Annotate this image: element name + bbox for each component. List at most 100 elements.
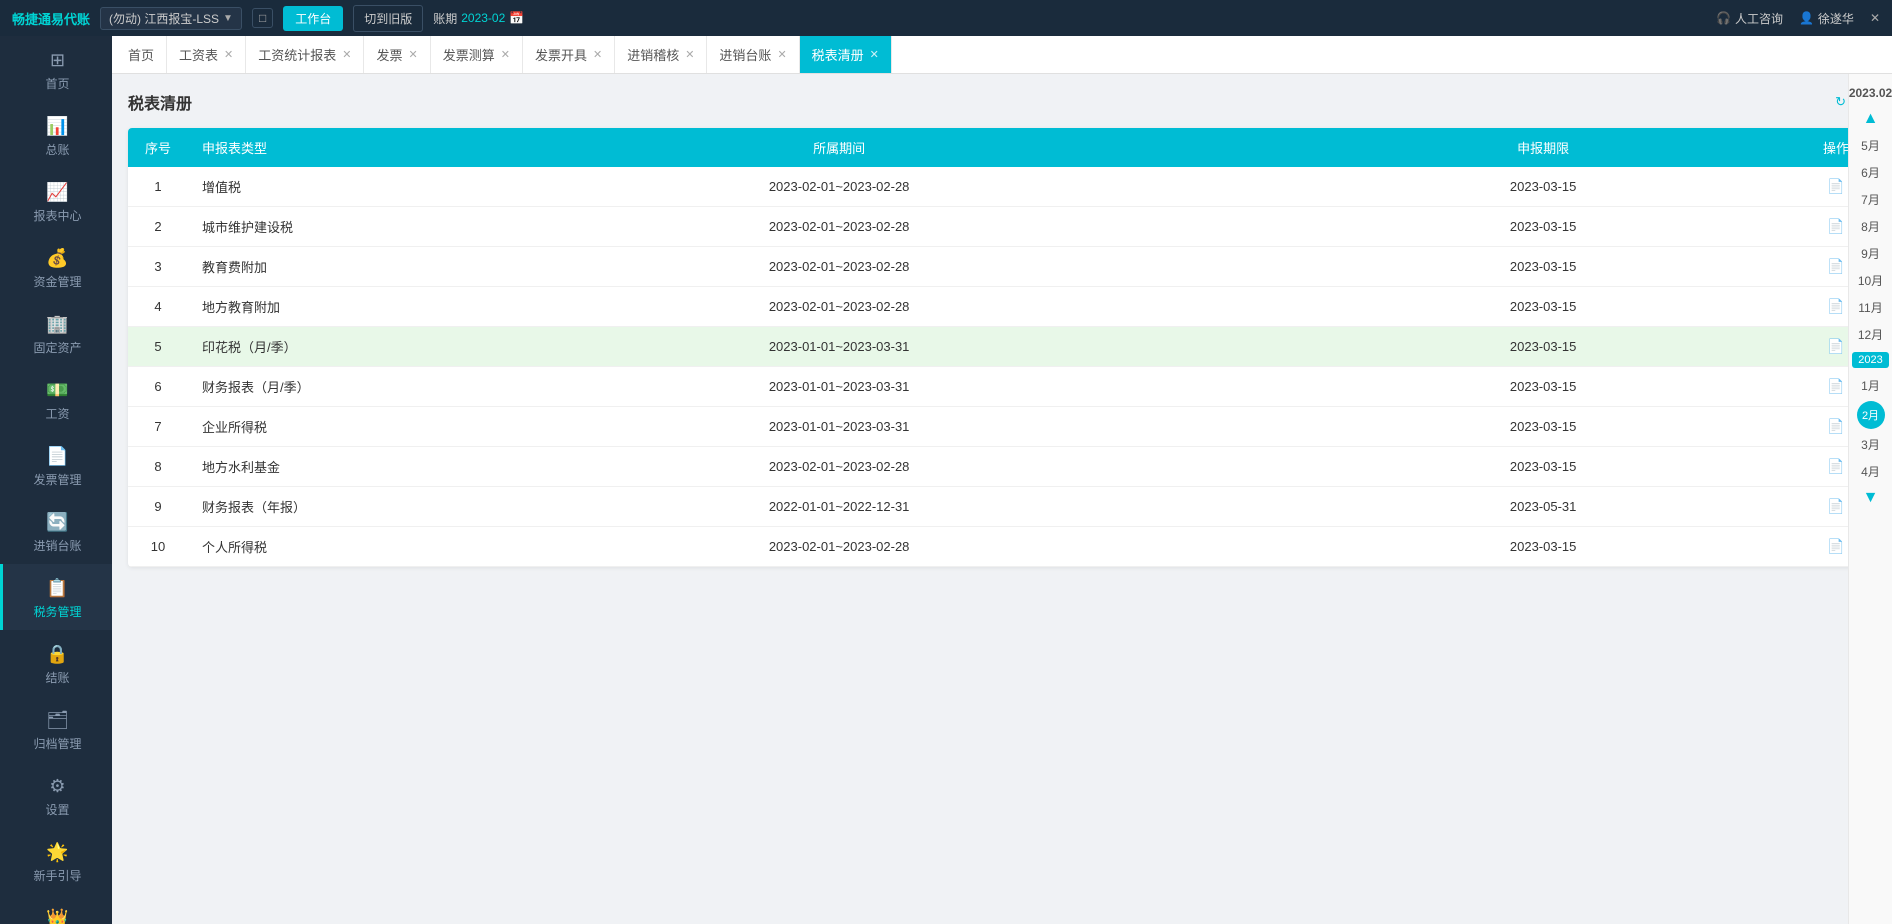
content-area: 首页 工资表 ✕ 工资统计报表 ✕ 发票 ✕ 发票测算 ✕ 发票开具 ✕	[112, 36, 1892, 924]
sidebar-item-label: 总账	[45, 141, 69, 158]
sidebar-item-settings[interactable]: ⚙ 设置	[0, 762, 112, 828]
timeline-month-9[interactable]: 9月	[1849, 240, 1892, 267]
sidebar-item-purchase-sales[interactable]: 🔄 进销台账	[0, 498, 112, 564]
timeline-month-2[interactable]: 2月	[1857, 401, 1885, 429]
col-seq: 序号	[128, 128, 188, 167]
switch-version-button[interactable]: 切到旧版	[353, 5, 423, 32]
tab-close-icon[interactable]: ✕	[501, 48, 510, 61]
tab-purchase-audit[interactable]: 进销稽核 ✕	[615, 36, 707, 74]
sidebar-item-fixed-assets[interactable]: 🏢 固定资产	[0, 300, 112, 366]
col-period: 所属期间	[388, 128, 1290, 167]
view-doc-icon[interactable]: 📄	[1827, 538, 1844, 554]
tab-purchase-ledger[interactable]: 进销台账 ✕	[707, 36, 799, 74]
cell-period: 2023-02-01~2023-02-28	[388, 287, 1290, 327]
timeline-down-icon[interactable]: ▼	[1859, 485, 1883, 511]
tab-close-icon[interactable]: ✕	[870, 48, 879, 61]
timeline-month-7[interactable]: 7月	[1849, 186, 1892, 213]
timeline-month-5[interactable]: 5月	[1849, 132, 1892, 159]
tab-invoice[interactable]: 发票 ✕	[364, 36, 430, 74]
timeline-month-12[interactable]: 12月	[1849, 321, 1892, 348]
copy-button[interactable]: □	[252, 8, 273, 28]
sidebar-item-ledger[interactable]: 📊 总账	[0, 102, 112, 168]
sidebar-item-salary[interactable]: 💵 工资	[0, 366, 112, 432]
view-doc-icon[interactable]: 📄	[1827, 498, 1844, 514]
table-row[interactable]: 3 教育费附加 2023-02-01~2023-02-28 2023-03-15…	[128, 247, 1876, 287]
view-doc-icon[interactable]: 📄	[1827, 178, 1844, 194]
sidebar-item-label: 工资	[45, 405, 69, 422]
page-title: 税表清册	[128, 90, 192, 114]
cell-seq: 5	[128, 327, 188, 367]
table-row[interactable]: 1 增值税 2023-02-01~2023-02-28 2023-03-15 📄	[128, 167, 1876, 207]
sidebar-item-archive[interactable]: 🗂 归档管理	[0, 696, 112, 762]
tab-close-icon[interactable]: ✕	[342, 48, 351, 61]
tab-home[interactable]: 首页	[116, 36, 167, 74]
table-row[interactable]: 7 企业所得税 2023-01-01~2023-03-31 2023-03-15…	[128, 407, 1876, 447]
cell-deadline: 2023-03-15	[1290, 367, 1796, 407]
sidebar-item-home[interactable]: ⊞ 首页	[0, 36, 112, 102]
view-doc-icon[interactable]: 📄	[1827, 298, 1844, 314]
timeline-month-1[interactable]: 1月	[1849, 372, 1892, 399]
tab-close-icon[interactable]: ✕	[685, 48, 694, 61]
table-row[interactable]: 6 财务报表（月/季） 2023-01-01~2023-03-31 2023-0…	[128, 367, 1876, 407]
sidebar-item-reports[interactable]: 📈 报表中心	[0, 168, 112, 234]
cell-type: 个人所得税	[188, 527, 388, 567]
view-doc-icon[interactable]: 📄	[1827, 338, 1844, 354]
sidebar-item-member[interactable]: 👑 畅会员	[0, 894, 112, 924]
sidebar-item-label: 归档管理	[33, 735, 81, 752]
sidebar-item-funds[interactable]: 💰 资金管理	[0, 234, 112, 300]
period-label: 账期 2023-02 📅	[433, 10, 524, 27]
cell-seq: 1	[128, 167, 188, 207]
main-layout: ⊞ 首页 📊 总账 📈 报表中心 💰 资金管理 🏢 固定资产 💵 工资 📄 发票…	[0, 36, 1892, 924]
table-row[interactable]: 10 个人所得税 2023-02-01~2023-02-28 2023-03-1…	[128, 527, 1876, 567]
timeline-month-10[interactable]: 10月	[1849, 267, 1892, 294]
support-button[interactable]: 🎧 人工咨询	[1716, 10, 1783, 27]
timeline-month-11[interactable]: 11月	[1849, 294, 1892, 321]
sidebar-item-invoice-mgmt[interactable]: 📄 发票管理	[0, 432, 112, 498]
table-row[interactable]: 2 城市维护建设税 2023-02-01~2023-02-28 2023-03-…	[128, 207, 1876, 247]
view-doc-icon[interactable]: 📄	[1827, 218, 1844, 234]
view-doc-icon[interactable]: 📄	[1827, 418, 1844, 434]
table-row[interactable]: 5 印花税（月/季） 2023-01-01~2023-03-31 2023-03…	[128, 327, 1876, 367]
user-info[interactable]: 👤 徐遂华	[1799, 10, 1854, 27]
table-row[interactable]: 9 财务报表（年报） 2022-01-01~2022-12-31 2023-05…	[128, 487, 1876, 527]
tab-close-icon[interactable]: ✕	[593, 48, 602, 61]
tab-close-icon[interactable]: ✕	[409, 48, 418, 61]
tab-close-icon[interactable]: ✕	[777, 48, 786, 61]
cell-deadline: 2023-03-15	[1290, 207, 1796, 247]
sidebar-item-label: 固定资产	[33, 339, 81, 356]
timeline-month-4[interactable]: 4月	[1849, 458, 1892, 485]
view-doc-icon[interactable]: 📄	[1827, 378, 1844, 394]
table-row[interactable]: 8 地方水利基金 2023-02-01~2023-02-28 2023-03-1…	[128, 447, 1876, 487]
tax-table: 序号 申报表类型 所属期间 申报期限 操作 1 增值税 2023-02-01~2…	[128, 128, 1876, 567]
timeline-up-icon[interactable]: ▲	[1859, 106, 1883, 132]
tab-invoice-calc[interactable]: 发票测算 ✕	[431, 36, 523, 74]
tab-tax-list[interactable]: 税表清册 ✕	[800, 36, 892, 74]
company-selector[interactable]: (勿动) 江西报宝-LSS ▼	[100, 7, 242, 30]
tab-salary-stats[interactable]: 工资统计报表 ✕	[246, 36, 364, 74]
tab-invoice-open[interactable]: 发票开具 ✕	[523, 36, 615, 74]
sidebar-item-label: 新手引导	[33, 867, 81, 884]
cell-deadline: 2023-03-15	[1290, 447, 1796, 487]
timeline-month-8[interactable]: 8月	[1849, 213, 1892, 240]
sidebar-item-guide[interactable]: 🌟 新手引导	[0, 828, 112, 894]
workspace-button[interactable]: 工作台	[283, 6, 343, 31]
timeline-month-3[interactable]: 3月	[1849, 431, 1892, 458]
calendar-icon[interactable]: 📅	[509, 11, 524, 25]
cell-period: 2023-02-01~2023-02-28	[388, 527, 1290, 567]
view-doc-icon[interactable]: 📄	[1827, 458, 1844, 474]
close-window-icon[interactable]: ✕	[1870, 11, 1880, 25]
cell-period: 2023-01-01~2023-03-31	[388, 327, 1290, 367]
side-timeline: 2023.02 ▲ 5月 6月 7月 8月 9月 10月 11月 12月 202…	[1848, 74, 1892, 924]
tab-salary-table[interactable]: 工资表 ✕	[167, 36, 246, 74]
cell-deadline: 2023-05-31	[1290, 487, 1796, 527]
view-doc-icon[interactable]: 📄	[1827, 258, 1844, 274]
sidebar-item-label: 首页	[45, 75, 69, 92]
table-row[interactable]: 4 地方教育附加 2023-02-01~2023-02-28 2023-03-1…	[128, 287, 1876, 327]
sidebar-item-closing[interactable]: 🔒 结账	[0, 630, 112, 696]
tab-close-icon[interactable]: ✕	[224, 48, 233, 61]
timeline-month-6[interactable]: 6月	[1849, 159, 1892, 186]
closing-icon: 🔒	[46, 644, 68, 665]
cell-seq: 10	[128, 527, 188, 567]
sidebar-item-label: 进销台账	[33, 537, 81, 554]
sidebar-item-tax-mgmt[interactable]: 📋 税务管理	[0, 564, 112, 630]
